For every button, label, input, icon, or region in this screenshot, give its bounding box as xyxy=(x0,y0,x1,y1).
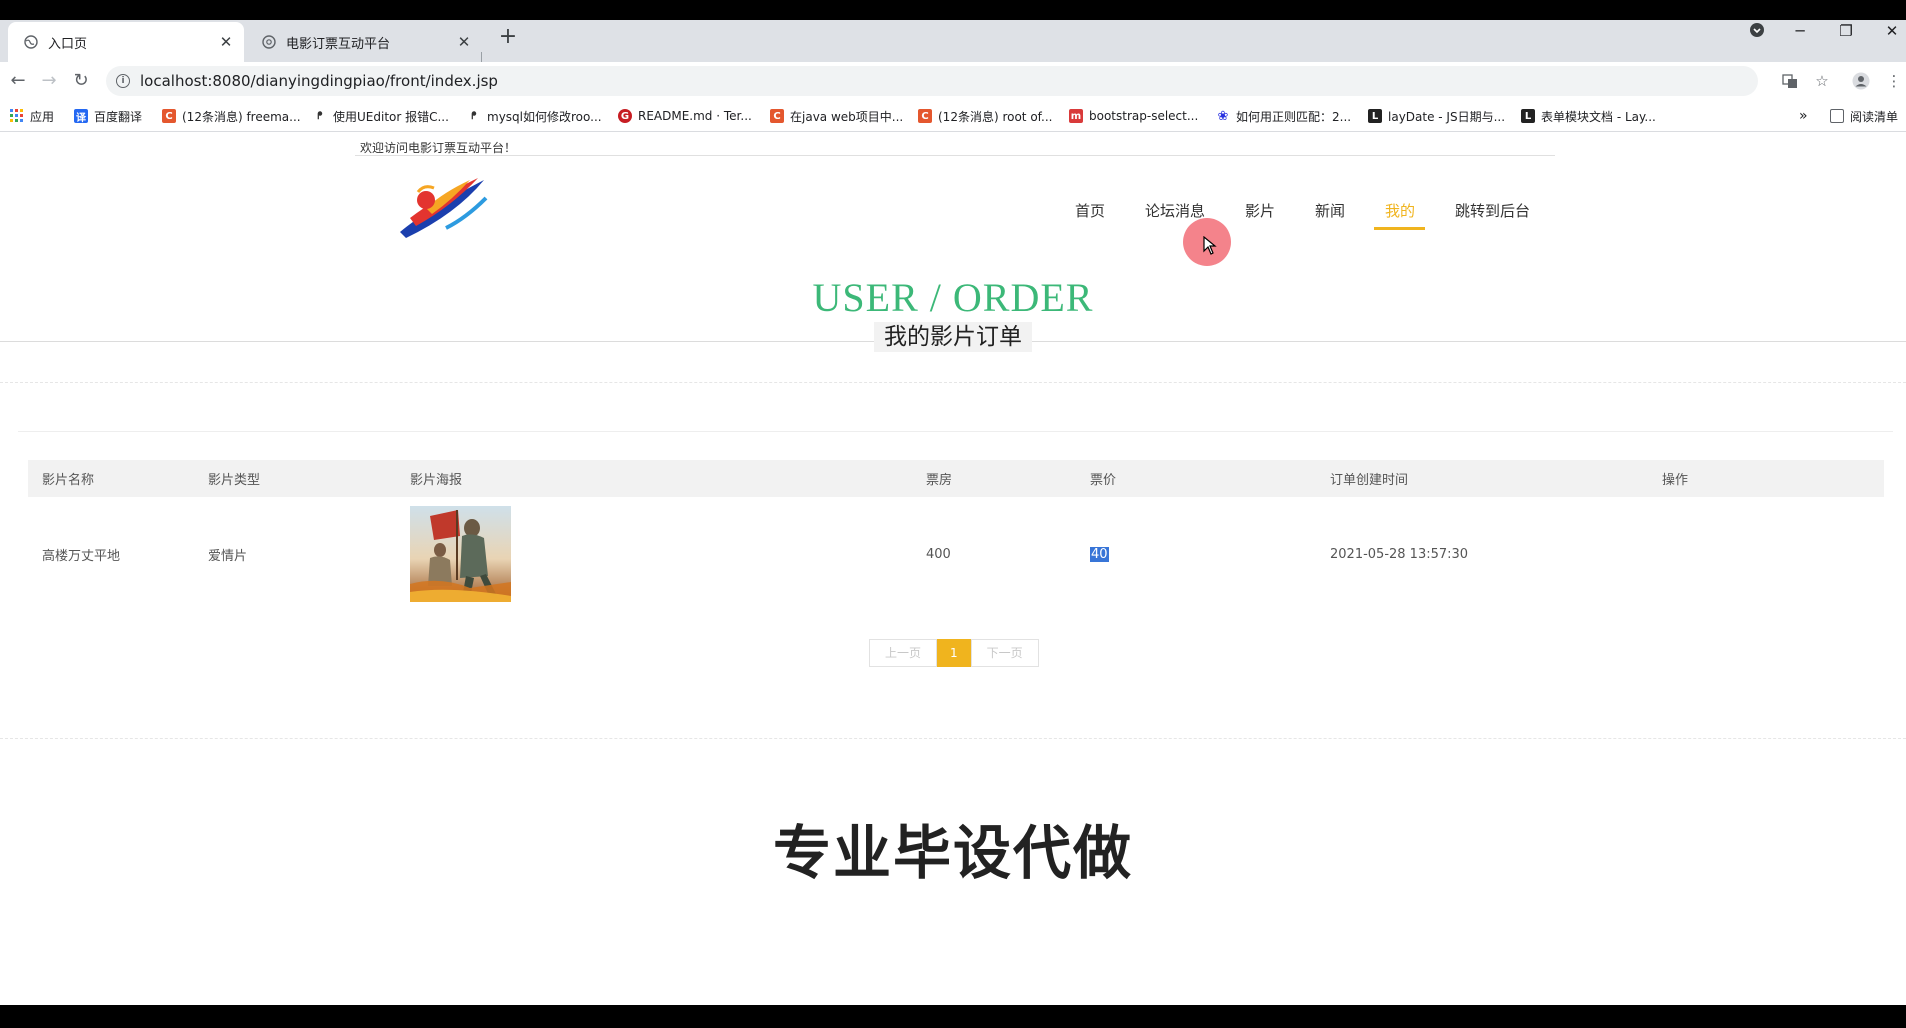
order-created-time: 2021-05-28 13:57:30 xyxy=(1330,546,1469,562)
movie-name: 高楼万丈平地 xyxy=(42,548,121,564)
column-header: 影片类型 xyxy=(194,460,396,497)
browser-tab-active[interactable]: 入口页 ✕ xyxy=(8,22,244,62)
movie-poster-cell xyxy=(396,497,912,611)
bookmark-item[interactable]: LlayDate - JS日期与... xyxy=(1368,107,1505,125)
dotted-divider xyxy=(0,738,1906,739)
tab-search-icon[interactable] xyxy=(1747,22,1767,42)
table-row: 高楼万丈平地 爱情片 400 40 2021-05-28 13:57:30 xyxy=(28,497,1884,611)
bookmark-item[interactable]: C (12条消息) root of... xyxy=(918,107,1052,125)
section-title-cn: 我的影片订单 xyxy=(874,322,1032,352)
bookmark-item[interactable]: C 在java web项目中... xyxy=(770,107,903,125)
more-bookmarks-icon[interactable]: » xyxy=(1799,107,1808,125)
bookmark-item[interactable]: ❀ 如何用正则匹配：2... xyxy=(1216,107,1352,125)
restore-button[interactable]: ❐ xyxy=(1836,22,1856,40)
reading-list-button[interactable]: 阅读清单 xyxy=(1830,107,1898,125)
kebab-menu-icon[interactable]: ⋮ xyxy=(1883,70,1905,92)
column-header: 票房 xyxy=(912,460,1076,497)
close-window-button[interactable]: ✕ xyxy=(1882,22,1902,40)
nav-forum[interactable]: 论坛消息 xyxy=(1145,200,1205,221)
column-header: 订单创建时间 xyxy=(1316,460,1648,497)
header-divider xyxy=(355,155,1555,156)
bookmark-apps[interactable]: 应用 xyxy=(10,107,54,125)
profile-avatar-icon[interactable] xyxy=(1850,70,1872,92)
prev-page-button[interactable]: 上一页 xyxy=(869,639,938,667)
nav-home[interactable]: 首页 xyxy=(1075,200,1105,221)
translate-icon[interactable] xyxy=(1779,70,1801,92)
content-divider xyxy=(18,431,1893,432)
layui-icon: L xyxy=(1368,109,1382,123)
baidu-paw-icon: ❀ xyxy=(1217,108,1229,124)
baidu-translate-icon: 译 xyxy=(74,109,88,124)
reload-icon[interactable]: ↻ xyxy=(69,68,93,92)
movie-type: 爱情片 xyxy=(208,548,248,564)
column-header: 票价 xyxy=(1076,460,1316,497)
github-icon: ᖰ xyxy=(471,110,477,122)
column-header: 影片名称 xyxy=(28,460,194,497)
welcome-text: 欢迎访问电影订票互动平台！ xyxy=(360,141,517,155)
dotted-divider xyxy=(0,382,1906,383)
nav-news[interactable]: 新闻 xyxy=(1315,200,1345,221)
globe-icon xyxy=(24,35,38,49)
bookmark-star-icon[interactable]: ☆ xyxy=(1811,70,1833,92)
csdn-icon: C xyxy=(162,109,176,123)
github-icon: ᖰ xyxy=(317,110,323,122)
nav-admin[interactable]: 跳转到后台 xyxy=(1455,200,1530,221)
bookmark-item[interactable]: ᖰ 使用UEditor 报错C... xyxy=(313,107,449,125)
movie-poster-image[interactable] xyxy=(410,506,511,602)
table-header-row: 影片名称 影片类型 影片海报 票房 票价 订单创建时间 操作 xyxy=(28,460,1884,497)
section-title-cn-wrap: 我的影片订单 xyxy=(0,322,1906,352)
video-watermark-caption: 专业毕设代做 xyxy=(772,819,1133,887)
browser-tab-inactive[interactable]: 电影订票互动平台 ✕ xyxy=(246,22,482,62)
minimize-button[interactable]: ─ xyxy=(1790,22,1810,40)
back-arrow-icon[interactable]: ← xyxy=(6,68,30,92)
url-text: localhost:8080/dianyingdingpiao/front/in… xyxy=(140,72,498,90)
bookmark-item[interactable]: C (12条消息) freema... xyxy=(162,107,301,125)
ticket-price-cell: 40 xyxy=(1076,497,1316,611)
nav-mine[interactable]: 我的 xyxy=(1385,200,1415,221)
reading-list-icon xyxy=(1830,109,1844,123)
close-tab-icon[interactable]: ✕ xyxy=(218,33,234,51)
pagination: 上一页 1 下一页 xyxy=(869,639,1039,667)
box-office: 400 xyxy=(926,546,951,562)
bookmark-item[interactable]: 译百度翻译 xyxy=(74,107,142,125)
gitee-icon: G xyxy=(618,109,632,123)
bookmark-item[interactable]: G README.md · Ter... xyxy=(618,107,752,125)
ticket-price: 40 xyxy=(1090,546,1109,562)
browser-tab-strip: 入口页 ✕ 电影订票互动平台 ✕ xyxy=(0,20,1906,72)
tab-title: 电影订票互动平台 xyxy=(286,36,391,52)
close-tab-icon[interactable]: ✕ xyxy=(456,33,472,51)
apps-grid-icon xyxy=(10,109,24,123)
site-logo[interactable] xyxy=(396,170,488,242)
csdn-icon: C xyxy=(918,109,932,123)
bookmark-item[interactable]: m bootstrap-select... xyxy=(1069,107,1198,125)
nav-movies[interactable]: 影片 xyxy=(1245,200,1275,221)
video-letterbox-top xyxy=(0,0,1906,20)
tab-title: 入口页 xyxy=(48,36,88,52)
current-page-button[interactable]: 1 xyxy=(937,639,971,667)
layui-icon: L xyxy=(1521,109,1535,123)
new-tab-button[interactable]: + xyxy=(497,26,519,48)
mouse-cursor-icon xyxy=(1203,235,1217,260)
forward-arrow-icon[interactable]: → xyxy=(37,68,61,92)
m-icon: m xyxy=(1069,109,1083,123)
section-title-en: USER / ORDER xyxy=(812,275,1094,320)
next-page-button[interactable]: 下一页 xyxy=(970,639,1039,667)
bookmark-item[interactable]: L 表单模块文档 - Lay... xyxy=(1521,107,1656,125)
column-header: 操作 xyxy=(1648,460,1884,497)
video-letterbox-bottom xyxy=(0,1005,1906,1028)
csdn-icon: C xyxy=(770,109,784,123)
browser-toolbar: ← → ↻ i localhost:8080/dianyingdingpiao/… xyxy=(0,62,1906,100)
order-actions xyxy=(1648,497,1884,611)
bookmark-item[interactable]: ᖰ mysql如何修改roo... xyxy=(467,107,601,125)
site-shield-icon xyxy=(262,35,276,49)
column-header: 影片海报 xyxy=(396,460,912,497)
address-bar[interactable]: i localhost:8080/dianyingdingpiao/front/… xyxy=(106,66,1758,96)
site-info-icon[interactable]: i xyxy=(116,74,130,88)
nav-active-indicator xyxy=(1374,227,1425,230)
bookmarks-bar: 应用 译百度翻译 C (12条消息) freema... ᖰ 使用UEditor 报… xyxy=(0,100,1906,132)
orders-table: 影片名称 影片类型 影片海报 票房 票价 订单创建时间 操作 高楼万丈平地 爱情… xyxy=(28,460,1884,611)
